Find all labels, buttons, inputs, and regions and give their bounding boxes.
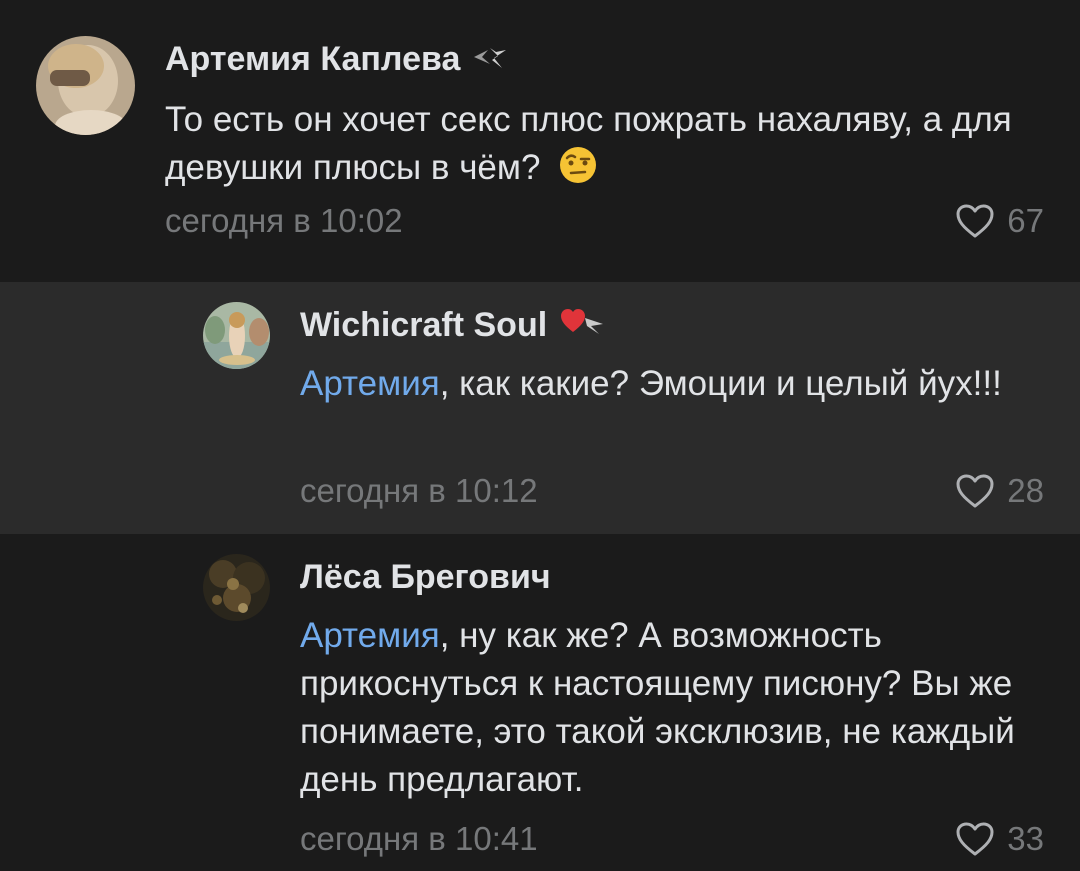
like-button[interactable]: 67 xyxy=(955,202,1044,240)
comment-item: Артемия Каплева То есть он хочет секс пл… xyxy=(0,0,1080,282)
like-count: 67 xyxy=(1007,202,1044,239)
comment-text: Артемия, ну как же? А возможность прикос… xyxy=(300,612,1050,804)
like-button[interactable]: 33 xyxy=(955,820,1044,858)
heart-badge-icon xyxy=(559,306,605,345)
heart-icon xyxy=(956,204,994,238)
like-count: 33 xyxy=(1007,820,1044,857)
heart-icon xyxy=(956,474,994,508)
heart-icon xyxy=(956,822,994,856)
mention-link[interactable]: Артемия xyxy=(300,364,440,403)
avatar[interactable] xyxy=(36,36,135,135)
avatar[interactable] xyxy=(203,554,270,621)
comment-author[interactable]: Лёса Брегович xyxy=(300,558,551,597)
comment-timestamp: сегодня в 10:41 xyxy=(300,820,538,857)
user-badge-icon xyxy=(472,40,512,79)
comment-item: Лёса Брегович Артемия, ну как же? А возм… xyxy=(0,534,1080,871)
comment-author[interactable]: Wichicraft Soul xyxy=(300,306,605,345)
like-count: 28 xyxy=(1007,472,1044,509)
comment-item: Wichicraft Soul Артемия, как какие? Эмоц… xyxy=(0,282,1080,534)
avatar[interactable] xyxy=(203,302,270,369)
comment-timestamp: сегодня в 10:02 xyxy=(165,202,403,239)
comment-text: Артемия, как какие? Эмоции и целый йух!!… xyxy=(300,360,1020,408)
mention-link[interactable]: Артемия xyxy=(300,616,440,655)
comment-author[interactable]: Артемия Каплева xyxy=(165,40,512,79)
comment-timestamp: сегодня в 10:12 xyxy=(300,472,538,509)
author-name[interactable]: Артемия Каплева xyxy=(165,40,460,79)
like-button[interactable]: 28 xyxy=(955,472,1044,510)
comment-text: То есть он хочет секс плюс пожрать нахал… xyxy=(165,96,1045,198)
author-name[interactable]: Лёса Брегович xyxy=(300,558,551,597)
raised-eyebrow-emoji-icon xyxy=(558,145,598,198)
author-name[interactable]: Wichicraft Soul xyxy=(300,306,547,345)
comment-text-body: , как какие? Эмоции и целый йух!!! xyxy=(439,364,1002,403)
